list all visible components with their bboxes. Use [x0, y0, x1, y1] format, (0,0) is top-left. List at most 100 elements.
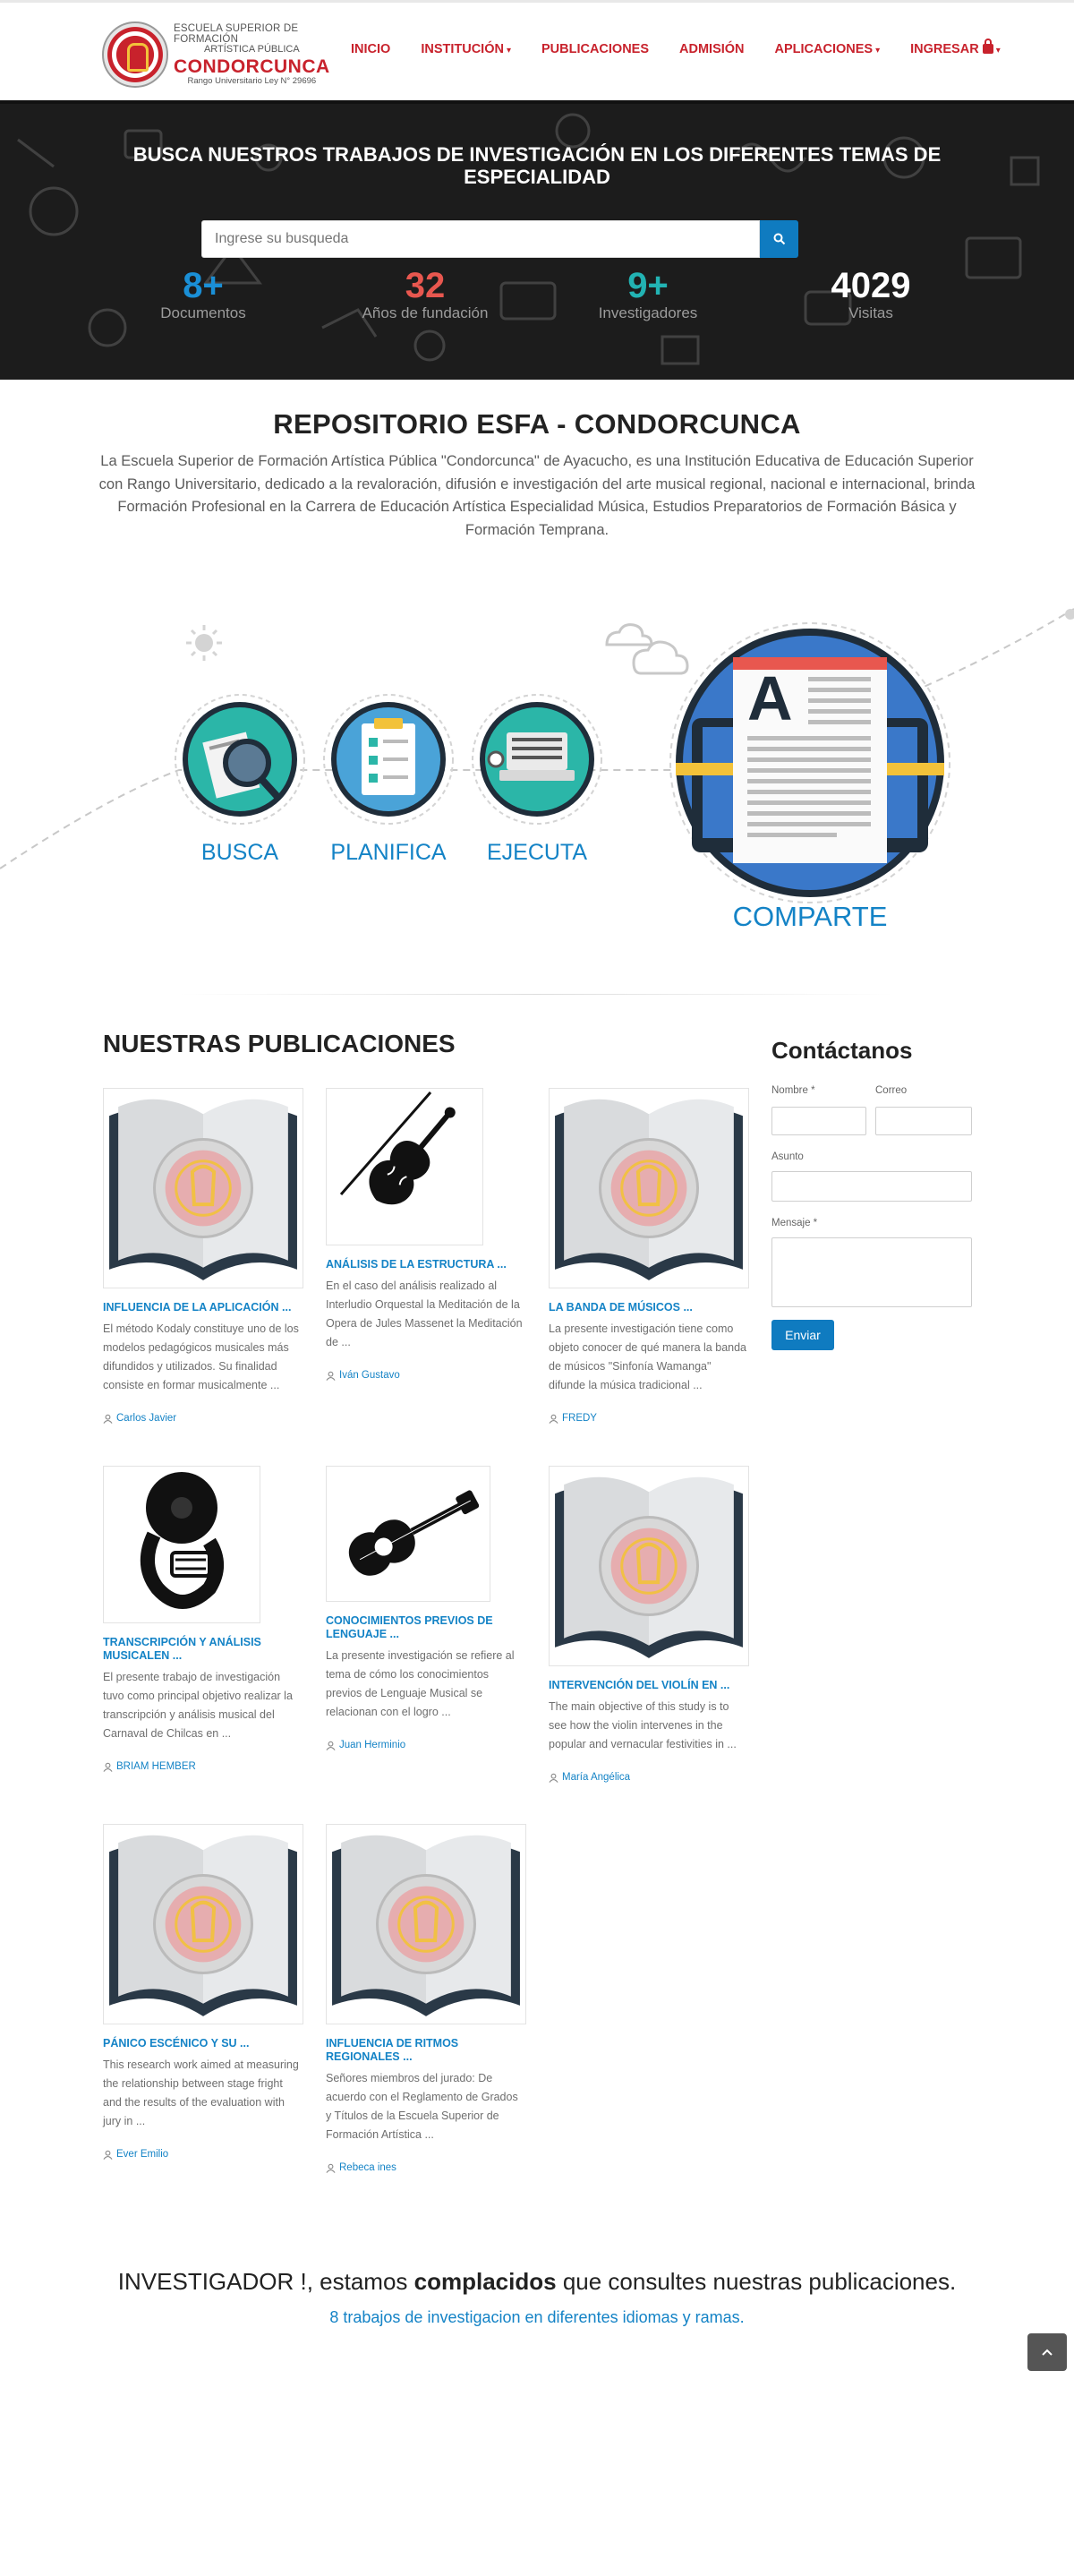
user-icon — [549, 1773, 558, 1783]
publication-summary: La presente investigación tiene como obj… — [549, 1322, 746, 1391]
search-button[interactable] — [760, 220, 798, 258]
caret-down-icon: ▾ — [995, 46, 1001, 56]
nav-label: ADMISIÓN — [679, 42, 745, 56]
book-cover-icon[interactable] — [103, 1088, 303, 1288]
author-name: Carlos Javier — [116, 1413, 177, 1424]
publication-title[interactable]: INFLUENCIA DE LA APLICACIÓN ... — [103, 1301, 303, 1314]
send-button[interactable]: Enviar — [771, 1320, 834, 1350]
search-bar — [201, 220, 798, 258]
message-label: Mensaje * — [771, 1218, 818, 1228]
user-icon — [326, 1371, 336, 1381]
publication-author[interactable]: BRIAM HEMBER — [103, 1761, 303, 1772]
publication-title[interactable]: LA BANDA DE MÚSICOS ... — [549, 1301, 749, 1314]
cta-post: que consultes nuestras publicaciones. — [556, 2268, 957, 2295]
nav-label: INICIO — [351, 42, 391, 56]
email-field[interactable] — [875, 1107, 972, 1135]
publication-title[interactable]: CONOCIMIENTOS PREVIOS DE LENGUAJE ... — [326, 1614, 526, 1641]
nav-aplicaciones[interactable]: APLICACIONES ▾ — [775, 42, 881, 56]
publication-summary: Señores miembros del jurado: De acuerdo … — [326, 2072, 518, 2141]
subject-field[interactable] — [771, 1171, 972, 1202]
cta-pre: INVESTIGADOR !, estamos — [117, 2268, 414, 2295]
site-logo[interactable]: ESCUELA SUPERIOR DE FORMACIÓN ARTÍSTICA … — [102, 19, 330, 90]
book-icon — [550, 1089, 748, 1288]
search-icon — [773, 233, 785, 245]
planifica-icon — [323, 694, 454, 825]
svg-text:A: A — [747, 663, 793, 733]
publication-author[interactable]: María Angélica — [549, 1772, 749, 1783]
site-header: ESCUELA SUPERIOR DE FORMACIÓN ARTÍSTICA … — [0, 0, 1074, 100]
chevron-up-icon — [1042, 2349, 1053, 2356]
caret-down-icon: ▾ — [875, 46, 881, 56]
author-name: Iván Gustavo — [339, 1370, 400, 1381]
nav-label: APLICACIONES — [774, 42, 874, 56]
name-label: Nombre * — [771, 1085, 815, 1096]
ejecuta-icon — [472, 694, 602, 825]
path-dot — [1065, 609, 1074, 620]
book-cover-icon[interactable] — [103, 1824, 303, 2024]
publication-author[interactable]: Carlos Javier — [103, 1413, 303, 1424]
author-name: Rebeca ines — [339, 2162, 396, 2173]
logo-line-1: ESCUELA SUPERIOR DE FORMACIÓN — [174, 23, 299, 46]
repository-title: REPOSITORIO ESFA - CONDORCUNCA — [273, 408, 801, 440]
publication-card: LA BANDA DE MÚSICOS ... La presente inve… — [549, 1088, 749, 1424]
book-cover-icon[interactable] — [549, 1088, 749, 1288]
author-name: FREDY — [562, 1413, 597, 1424]
publication-card: INTERVENCIÓN DEL VIOLÍN EN ... The main … — [549, 1466, 749, 1783]
step-comparte: COMPARTE — [732, 901, 888, 932]
scroll-to-top-button[interactable] — [1027, 2333, 1067, 2371]
publication-title[interactable]: INTERVENCIÓN DEL VIOLÍN EN ... — [549, 1679, 749, 1692]
book-cover-icon[interactable] — [549, 1466, 749, 1666]
search-input[interactable] — [201, 220, 760, 258]
publication-title[interactable]: PÁNICO ESCÉNICO Y SU ... — [103, 2037, 303, 2050]
stat-label: Documentos — [160, 304, 246, 321]
subject-label: Asunto — [771, 1151, 804, 1162]
logo-text: ESCUELA SUPERIOR DE FORMACIÓN ARTÍSTICA … — [174, 23, 330, 86]
publication-summary: El método Kodaly constituye uno de los m… — [103, 1322, 299, 1391]
nav-ingresar[interactable]: INGRESAR ▾ — [910, 39, 1001, 56]
publication-author[interactable]: FREDY — [549, 1413, 749, 1424]
book-icon — [550, 1467, 748, 1665]
section-divider — [179, 994, 895, 995]
step-ejecuta: EJECUTA — [486, 840, 588, 865]
publication-author[interactable]: Rebeca ines — [326, 2162, 526, 2173]
step-busca: BUSCA — [200, 840, 279, 865]
publication-card: CONOCIMIENTOS PREVIOS DE LENGUAJE ... La… — [326, 1466, 526, 1750]
publication-author[interactable]: Ever Emilio — [103, 2149, 303, 2160]
tuba-cover-icon[interactable] — [103, 1466, 260, 1623]
publication-card: INFLUENCIA DE RITMOS REGIONALES ... Seño… — [326, 1824, 526, 2173]
stat-label: Investigadores — [598, 304, 698, 321]
publication-card: ANÁLISIS DE LA ESTRUCTURA ... En el caso… — [326, 1088, 526, 1381]
violin-cover-icon[interactable] — [326, 1088, 483, 1245]
publication-title[interactable]: INFLUENCIA DE RITMOS REGIONALES ... — [326, 2037, 526, 2064]
publication-title[interactable]: TRANSCRIPCIÓN Y ANÁLISIS MUSICALEN ... — [103, 1636, 303, 1663]
stat-investigadores: 9+ Investigadores — [558, 267, 737, 322]
publication-card: TRANSCRIPCIÓN Y ANÁLISIS MUSICALEN ... E… — [103, 1466, 303, 1772]
logo-subtitle: Rango Universitario Ley N° 29696 — [187, 75, 317, 86]
book-cover-icon[interactable] — [326, 1824, 526, 2024]
busca-icon — [175, 694, 305, 825]
name-field[interactable] — [771, 1107, 866, 1135]
nav-admision[interactable]: ADMISIÓN — [679, 42, 745, 56]
nav-institucion[interactable]: INSTITUCIÓN ▾ — [421, 42, 511, 56]
publication-title[interactable]: ANÁLISIS DE LA ESTRUCTURA ... — [326, 1258, 526, 1271]
violin-icon — [339, 1091, 456, 1205]
message-textarea[interactable] — [771, 1237, 972, 1307]
nav-inicio[interactable]: INICIO — [351, 42, 390, 56]
guitar-icon — [348, 1490, 480, 1576]
user-icon — [103, 1762, 113, 1772]
email-label: Correo — [875, 1085, 908, 1096]
stat-value: 8+ — [183, 266, 224, 305]
book-icon — [104, 1089, 303, 1288]
author-name: BRIAM HEMBER — [116, 1761, 196, 1772]
hero-title: BUSCA NUESTROS TRABAJOS DE INVESTIGACIÓN… — [132, 143, 942, 188]
user-icon — [103, 1414, 113, 1424]
publication-author[interactable]: Juan Herminio — [326, 1740, 526, 1750]
publication-author[interactable]: Iván Gustavo — [326, 1370, 526, 1381]
logo-name: CONDORCUNCA — [174, 56, 330, 77]
user-icon — [326, 2163, 336, 2173]
guitar-cover-icon[interactable] — [326, 1466, 490, 1602]
cta-bold: complacidos — [413, 2268, 557, 2295]
repository-description: La Escuela Superior de Formación Artísti… — [98, 453, 976, 538]
contact-form: Contáctanos Nombre * Correo Asunto Mensa… — [771, 1037, 972, 1350]
nav-publicaciones[interactable]: PUBLICACIONES — [541, 42, 649, 56]
